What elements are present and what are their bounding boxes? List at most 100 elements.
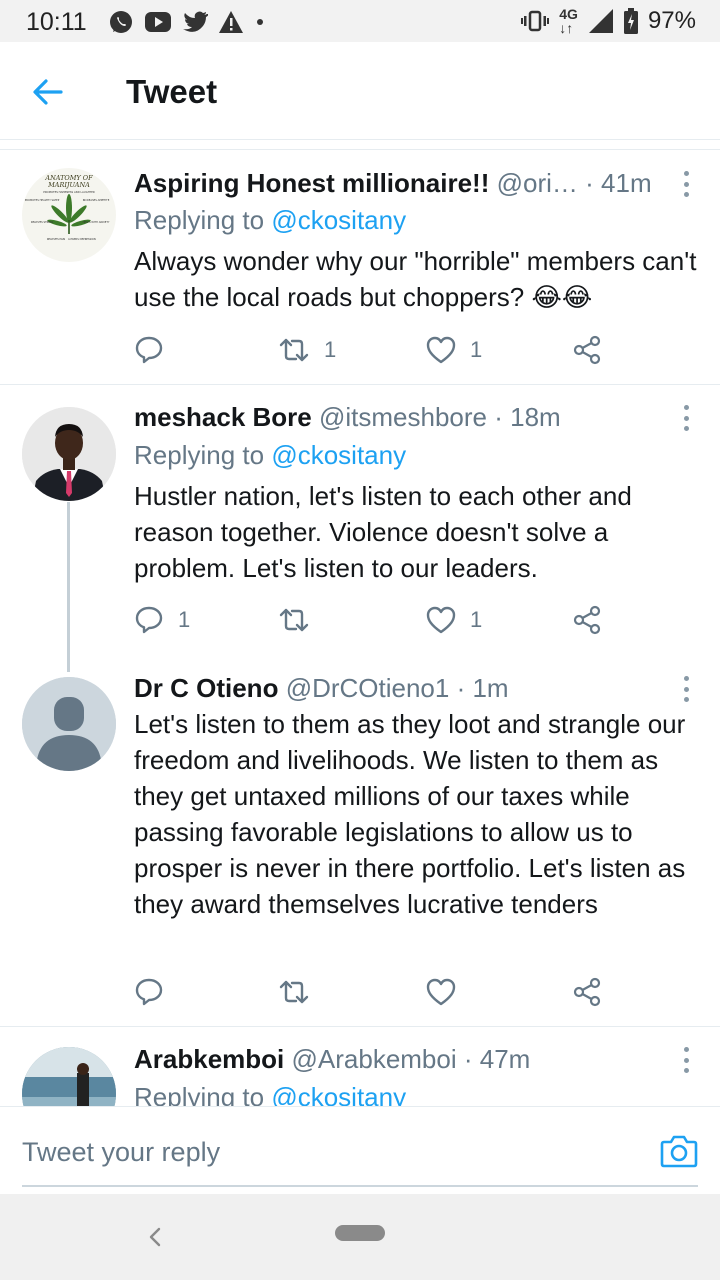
vibrate-icon bbox=[521, 10, 550, 32]
more-options-icon[interactable] bbox=[682, 405, 690, 431]
reply-button[interactable]: 1 bbox=[134, 604, 190, 636]
network-type: 4G ↓↑ bbox=[559, 6, 578, 36]
more-options-icon[interactable] bbox=[682, 171, 690, 197]
replying-to-handle[interactable]: @ckositany bbox=[271, 205, 406, 235]
replying-to: Replying to @ckositany bbox=[134, 1081, 406, 1106]
retweet-icon bbox=[279, 338, 309, 362]
nav-back-icon[interactable] bbox=[142, 1220, 168, 1254]
profile-photo bbox=[22, 407, 116, 501]
reply-icon bbox=[135, 978, 163, 1006]
tweet-1[interactable]: ANATOMY OF MARIJUANA PROMOTES HAPPINESS … bbox=[0, 151, 720, 384]
whatsapp-icon bbox=[110, 11, 132, 33]
svg-text:RELIEVES PAIN: RELIEVES PAIN bbox=[47, 237, 65, 241]
battery-percentage: 97% bbox=[647, 7, 696, 34]
back-button[interactable] bbox=[28, 72, 68, 112]
status-time: 10:11 bbox=[26, 8, 87, 36]
svg-text:LOWERS DEPRESSION: LOWERS DEPRESSION bbox=[68, 237, 96, 241]
user-handle[interactable]: @DrCOtieno1 bbox=[286, 673, 450, 703]
replying-to-handle[interactable]: @ckositany bbox=[271, 440, 406, 470]
heart-icon bbox=[426, 336, 456, 364]
avatar[interactable] bbox=[22, 407, 116, 501]
twitter-icon bbox=[183, 11, 208, 32]
avatar[interactable] bbox=[22, 677, 116, 771]
svg-text:PROMOTES HAPPINESS AND LAUGHTE: PROMOTES HAPPINESS AND LAUGHTER bbox=[43, 190, 95, 194]
tweet-header: Dr C Otieno @DrCOtieno1 · 1m bbox=[134, 672, 672, 704]
tweet-header: Aspiring Honest millionaire!! @ori… · 41… bbox=[134, 167, 672, 199]
display-name[interactable]: Arabkemboi bbox=[134, 1044, 284, 1074]
back-arrow-icon bbox=[33, 79, 63, 105]
tweet-text: Let's listen to them as they loot and st… bbox=[134, 709, 686, 919]
retweet-icon bbox=[279, 980, 309, 1004]
reply-input[interactable]: Tweet your reply bbox=[22, 1137, 220, 1168]
display-name[interactable]: meshack Bore bbox=[134, 402, 312, 432]
more-options-icon[interactable] bbox=[682, 1047, 690, 1073]
notification-icons bbox=[108, 8, 266, 36]
display-name[interactable]: Aspiring Honest millionaire!! bbox=[134, 168, 489, 198]
profile-photo bbox=[22, 1047, 116, 1106]
user-handle[interactable]: @itsmeshbore bbox=[319, 402, 487, 432]
heart-icon bbox=[426, 606, 456, 634]
like-button[interactable] bbox=[426, 976, 470, 1008]
like-button[interactable]: 1 bbox=[426, 604, 482, 636]
reply-icon bbox=[135, 606, 163, 634]
replying-to-handle[interactable]: @ckositany bbox=[271, 1082, 406, 1106]
avatar[interactable] bbox=[22, 1047, 116, 1106]
app-header: Tweet bbox=[0, 42, 720, 140]
like-button[interactable]: 1 bbox=[426, 334, 482, 366]
camera-icon bbox=[660, 1135, 698, 1168]
reply-composer: Tweet your reply bbox=[0, 1106, 720, 1194]
more-options-icon[interactable] bbox=[682, 676, 690, 702]
avatar[interactable]: ANATOMY OF MARIJUANA PROMOTES HAPPINESS … bbox=[22, 168, 116, 262]
thread-connector-line bbox=[67, 502, 70, 672]
system-nav-bar bbox=[0, 1194, 720, 1280]
timestamp: · 18m bbox=[494, 402, 561, 432]
camera-button[interactable] bbox=[660, 1133, 698, 1169]
status-bar: 10:11 4G ↓↑ 97% bbox=[0, 0, 720, 42]
header-gap bbox=[0, 140, 720, 150]
share-button[interactable] bbox=[572, 976, 602, 1008]
reply-icon bbox=[135, 336, 163, 364]
reply-button[interactable] bbox=[134, 334, 178, 366]
tweet-3[interactable]: Dr C Otieno @DrCOtieno1 · 1m Let's liste… bbox=[0, 660, 720, 1026]
marijuana-infographic-avatar: ANATOMY OF MARIJUANA PROMOTES HAPPINESS … bbox=[22, 168, 116, 262]
dot-icon bbox=[257, 19, 263, 25]
youtube-icon bbox=[145, 12, 171, 32]
share-icon bbox=[573, 977, 601, 1007]
share-icon bbox=[573, 335, 601, 365]
warning-icon bbox=[219, 11, 243, 33]
svg-text:PROMOTES HEALTHY SLEEP: PROMOTES HEALTHY SLEEP bbox=[25, 198, 60, 202]
retweet-button[interactable] bbox=[278, 976, 324, 1008]
svg-text:MARIJUANA: MARIJUANA bbox=[47, 181, 90, 189]
battery-icon bbox=[623, 8, 638, 34]
retweet-count: 1 bbox=[324, 337, 337, 362]
tweet-4[interactable]: Arabkemboi @Arabkemboi · 47m Replying to… bbox=[0, 1027, 720, 1106]
reply-button[interactable] bbox=[134, 976, 178, 1008]
default-avatar-icon bbox=[22, 677, 116, 771]
timestamp: · 47m bbox=[463, 1044, 531, 1074]
retweet-button[interactable] bbox=[278, 604, 324, 636]
like-count: 1 bbox=[470, 337, 483, 362]
svg-text:HELPS WITH ANXIETY: HELPS WITH ANXIETY bbox=[83, 220, 110, 224]
tweet-actions: 1 1 bbox=[134, 334, 614, 366]
system-icons: 4G ↓↑ 97% bbox=[521, 6, 696, 36]
nav-home-pill[interactable] bbox=[335, 1225, 385, 1241]
share-icon bbox=[573, 605, 601, 635]
replying-to: Replying to @ckositany bbox=[134, 440, 407, 470]
page-title: Tweet bbox=[126, 73, 218, 110]
display-name[interactable]: Dr C Otieno bbox=[134, 673, 278, 703]
tweet-actions bbox=[134, 976, 614, 1008]
replying-to: Replying to @ckositany bbox=[134, 205, 407, 235]
timestamp: · 1m bbox=[456, 673, 509, 703]
heart-icon bbox=[426, 978, 456, 1006]
user-handle[interactable]: @Arabkemboi bbox=[292, 1044, 457, 1074]
reply-count: 1 bbox=[178, 607, 191, 632]
retweet-button[interactable]: 1 bbox=[278, 334, 336, 366]
share-button[interactable] bbox=[572, 604, 602, 636]
tweet-text: Always wonder why our "horrible" members… bbox=[134, 246, 697, 312]
user-handle[interactable]: @ori… bbox=[497, 168, 578, 198]
share-button[interactable] bbox=[572, 334, 602, 366]
signal-icon bbox=[588, 9, 613, 33]
like-count: 1 bbox=[470, 607, 483, 632]
tweet-2[interactable]: meshack Bore @itsmeshbore · 18m Replying… bbox=[0, 385, 720, 641]
tweet-header: meshack Bore @itsmeshbore · 18m bbox=[134, 401, 672, 433]
